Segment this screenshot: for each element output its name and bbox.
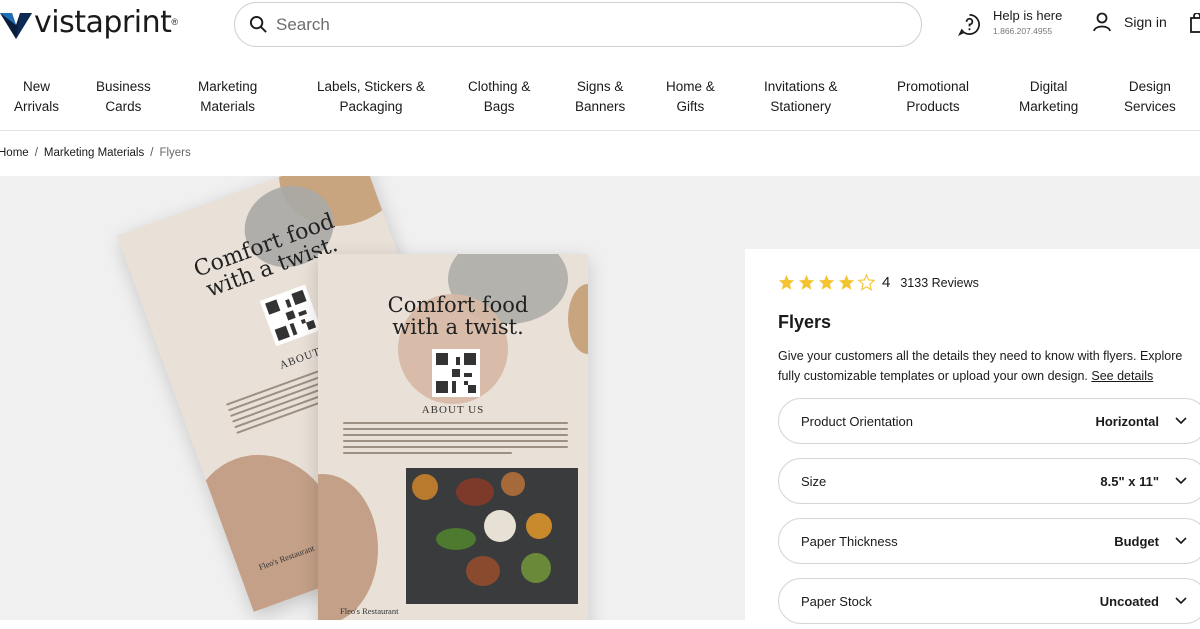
chevron-down-icon bbox=[1175, 417, 1187, 425]
star-filled-icon bbox=[778, 274, 795, 290]
search-input[interactable] bbox=[276, 14, 876, 35]
option-label: Paper Stock bbox=[801, 593, 872, 609]
sign-in-link[interactable]: Sign in bbox=[1092, 12, 1167, 32]
option-product-orientation[interactable]: Product Orientation Horizontal bbox=[778, 398, 1200, 444]
site-header: vistaprint® Help is here 1.866.207.4955 … bbox=[0, 0, 1200, 50]
nav-item-clothing-bags[interactable]: Clothing & Bags bbox=[468, 77, 530, 116]
option-value: Horizontal bbox=[1095, 413, 1159, 429]
option-label: Product Orientation bbox=[801, 413, 914, 429]
nav-item-business-cards[interactable]: Business Cards bbox=[96, 77, 151, 116]
rating-summary: 4 3133 Reviews bbox=[778, 274, 979, 291]
option-paper-stock[interactable]: Paper Stock Uncoated bbox=[778, 578, 1200, 624]
star-filled-icon bbox=[818, 274, 835, 290]
chevron-down-icon bbox=[1175, 477, 1187, 485]
cart-icon[interactable] bbox=[1190, 13, 1200, 33]
nav-item-digital-marketing[interactable]: Digital Marketing bbox=[1019, 77, 1078, 116]
flyer-front-headline-1: Comfort food bbox=[387, 293, 529, 317]
user-icon bbox=[1093, 12, 1111, 32]
chevron-down-icon bbox=[1175, 537, 1187, 545]
help-contact[interactable]: Help is here 1.866.207.4955 bbox=[958, 8, 1062, 38]
help-title: Help is here bbox=[993, 8, 1063, 23]
rating-value: 4 bbox=[882, 274, 891, 291]
question-circle-icon bbox=[958, 14, 980, 36]
star-filled-icon bbox=[798, 274, 815, 290]
search-icon[interactable] bbox=[249, 15, 268, 34]
option-label: Size bbox=[801, 473, 827, 489]
vistaprint-logo[interactable]: vistaprint ® bbox=[0, 2, 178, 42]
flyer-front-image: Comfort food with a twist. ABOUT US Fleo… bbox=[318, 254, 588, 620]
option-value: Budget bbox=[1114, 533, 1159, 549]
vistaprint-logo-mark-icon bbox=[0, 13, 32, 39]
star-filled-icon bbox=[838, 274, 855, 290]
flyer-front-brand: Fleo's Restaurant bbox=[340, 606, 399, 616]
flyer-front-about: ABOUT US bbox=[421, 404, 485, 416]
option-value: Uncoated bbox=[1099, 593, 1159, 609]
nav-item-home-gifts[interactable]: Home & Gifts bbox=[666, 77, 715, 116]
qr-code bbox=[259, 284, 322, 347]
option-value: 8.5" x 11" bbox=[1100, 473, 1159, 489]
product-config-panel: 4 3133 Reviews Flyers Give your customer… bbox=[745, 249, 1200, 629]
description-line-1: Give your customers all the details they… bbox=[778, 349, 1183, 363]
product-title: Flyers bbox=[778, 312, 832, 332]
nav-item-invitations-stationery[interactable]: Invitations & Stationery bbox=[764, 77, 838, 116]
search-bar[interactable] bbox=[234, 2, 922, 47]
description-line-2: fully customizable templates or upload y… bbox=[778, 369, 1088, 383]
nav-item-labels-stickers-packaging[interactable]: Labels, Stickers & Packaging bbox=[317, 77, 425, 116]
nav-item-design-services[interactable]: Design Services bbox=[1124, 77, 1176, 116]
breadcrumb: Home / Marketing Materials / Flyers bbox=[0, 147, 191, 159]
star-empty-icon bbox=[858, 274, 875, 291]
nav-item-promotional-products[interactable]: Promotional Products bbox=[897, 77, 969, 116]
option-paper-thickness[interactable]: Paper Thickness Budget bbox=[778, 518, 1200, 564]
nav-item-marketing-materials[interactable]: Marketing Materials bbox=[198, 77, 257, 116]
breadcrumb-separator: / bbox=[150, 147, 154, 159]
nav-item-new-arrivals[interactable]: New Arrivals bbox=[14, 77, 59, 116]
chevron-down-icon bbox=[1175, 597, 1187, 605]
logo-registered-mark: ® bbox=[171, 17, 178, 27]
main-nav: New Arrivals Business Cards Marketing Mater… bbox=[0, 50, 1200, 131]
reviews-link[interactable]: 3133 Reviews bbox=[900, 276, 979, 290]
product-description: Give your customers all the details they… bbox=[778, 346, 1200, 386]
option-size[interactable]: Size 8.5" x 11" bbox=[778, 458, 1200, 504]
logo-text: vistaprint bbox=[34, 4, 172, 40]
flyer-front-headline-2: with a twist. bbox=[392, 315, 524, 340]
option-label: Paper Thickness bbox=[801, 533, 898, 549]
see-details-link[interactable]: See details bbox=[1091, 369, 1153, 383]
breadcrumb-marketing-materials[interactable]: Marketing Materials bbox=[44, 147, 144, 159]
nav-item-signs-banners[interactable]: Signs & Banners bbox=[575, 77, 625, 116]
sign-in-label: Sign in bbox=[1124, 14, 1167, 30]
breadcrumb-home[interactable]: Home bbox=[0, 147, 29, 159]
breadcrumb-current: Flyers bbox=[159, 147, 191, 159]
help-phone[interactable]: 1.866.207.4955 bbox=[993, 24, 1062, 38]
qr-code bbox=[432, 349, 480, 397]
breadcrumb-separator: / bbox=[34, 147, 38, 159]
